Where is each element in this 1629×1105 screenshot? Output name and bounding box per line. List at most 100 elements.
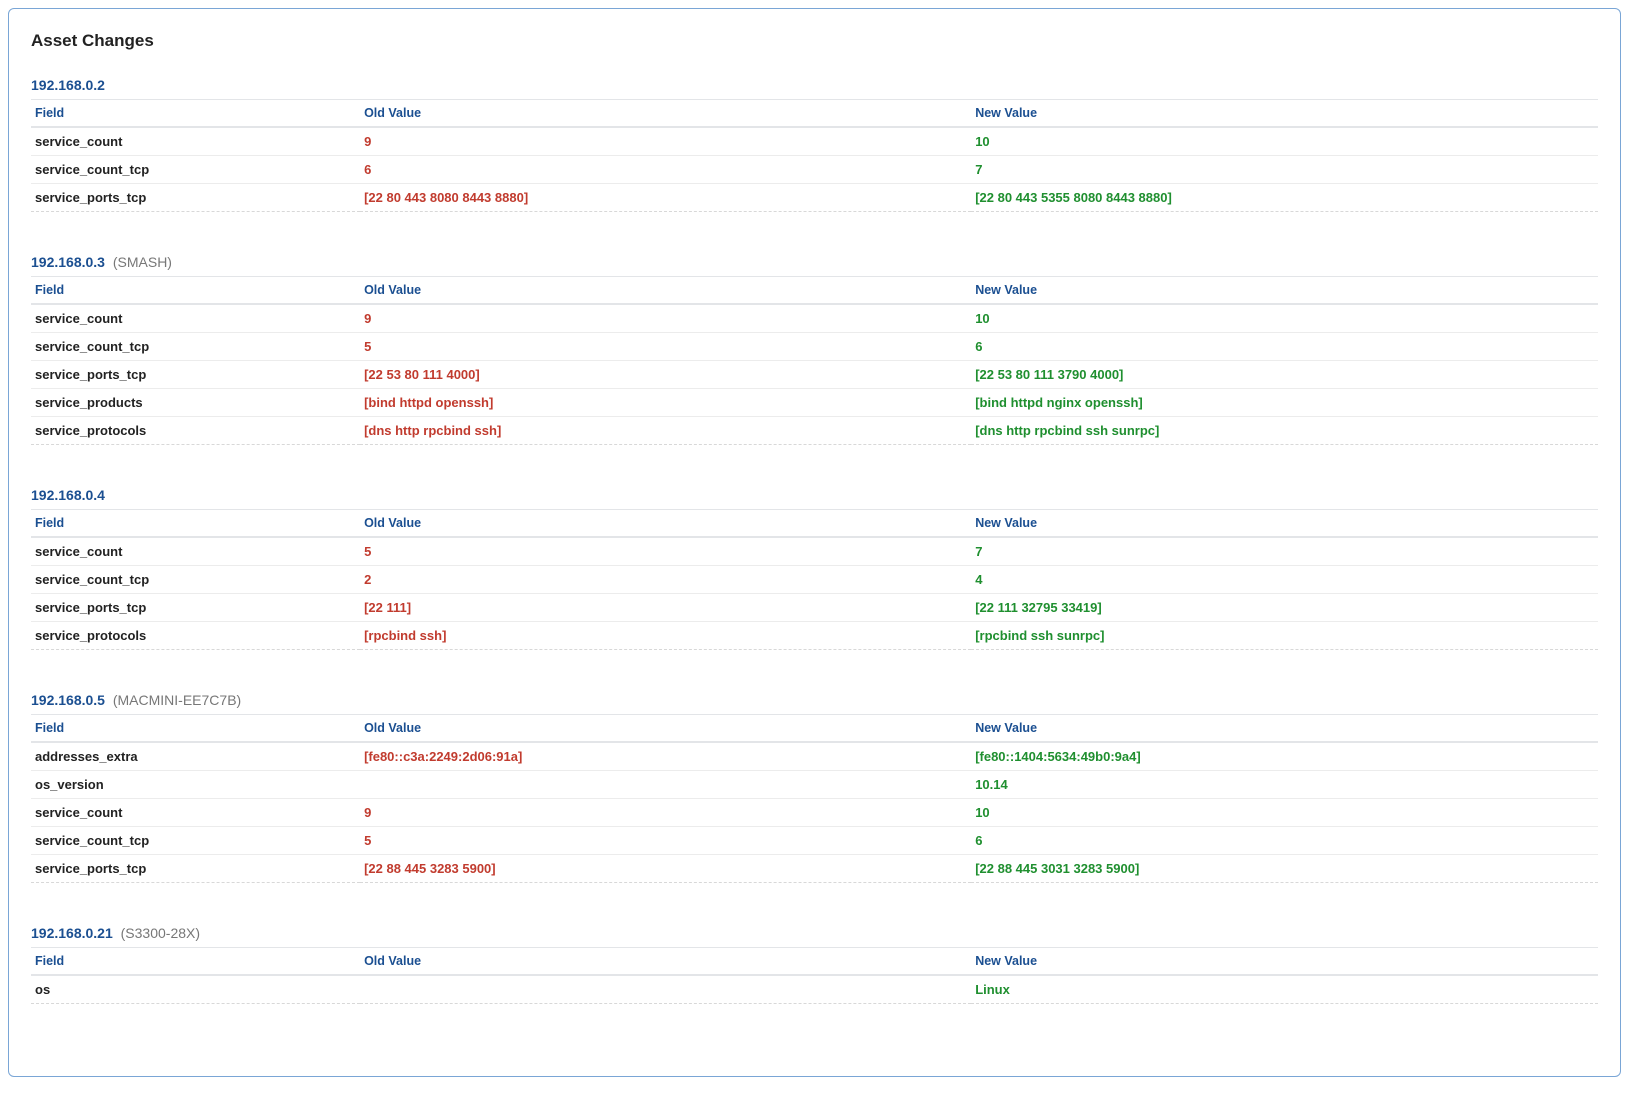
- cell-new-value: [fe80::1404:5634:49b0:9a4]: [971, 742, 1598, 771]
- table-row: service_count910: [31, 304, 1598, 333]
- cell-old-value: [fe80::c3a:2249:2d06:91a]: [360, 742, 971, 771]
- changes-table: FieldOld ValueNew Valueaddresses_extra[f…: [31, 714, 1598, 883]
- table-row: service_count910: [31, 127, 1598, 156]
- col-header-new: New Value: [971, 100, 1598, 128]
- table-row: service_protocols[dns http rpcbind ssh][…: [31, 417, 1598, 445]
- cell-new-value: 10: [971, 127, 1598, 156]
- asset-ip: 192.168.0.4: [31, 487, 105, 503]
- table-row: service_count57: [31, 537, 1598, 566]
- col-header-field: Field: [31, 510, 360, 538]
- asset-heading: 192.168.0.4: [31, 487, 1598, 503]
- cell-old-value: [22 88 445 3283 5900]: [360, 855, 971, 883]
- col-header-field: Field: [31, 277, 360, 305]
- cell-old-value: [22 111]: [360, 594, 971, 622]
- asset-block: 192.168.0.21 (S3300-28X) FieldOld ValueNe…: [31, 925, 1598, 1004]
- table-row: service_count_tcp56: [31, 827, 1598, 855]
- col-header-old: Old Value: [360, 948, 971, 976]
- cell-field: os: [31, 975, 360, 1004]
- asset-ip: 192.168.0.3: [31, 254, 105, 270]
- cell-old-value: [22 80 443 8080 8443 8880]: [360, 184, 971, 212]
- cell-new-value: [22 80 443 5355 8080 8443 8880]: [971, 184, 1598, 212]
- changes-table: FieldOld ValueNew Valueservice_count910s…: [31, 99, 1598, 212]
- asset-ip: 192.168.0.21: [31, 925, 113, 941]
- cell-new-value: 10.14: [971, 771, 1598, 799]
- cell-old-value: [rpcbind ssh]: [360, 622, 971, 650]
- table-row: service_count_tcp56: [31, 333, 1598, 361]
- table-row: os Linux: [31, 975, 1598, 1004]
- cell-field: service_count: [31, 127, 360, 156]
- col-header-field: Field: [31, 715, 360, 743]
- cell-new-value: 10: [971, 799, 1598, 827]
- cell-old-value: 5: [360, 827, 971, 855]
- cell-old-value: [dns http rpcbind ssh]: [360, 417, 971, 445]
- table-row: addresses_extra[fe80::c3a:2249:2d06:91a]…: [31, 742, 1598, 771]
- cell-field: service_ports_tcp: [31, 184, 360, 212]
- cell-field: service_ports_tcp: [31, 855, 360, 883]
- table-row: service_count910: [31, 799, 1598, 827]
- cell-old-value: 5: [360, 333, 971, 361]
- cell-new-value: [dns http rpcbind ssh sunrpc]: [971, 417, 1598, 445]
- table-row: service_ports_tcp[22 111][22 111 32795 3…: [31, 594, 1598, 622]
- cell-old-value: 9: [360, 799, 971, 827]
- table-row: service_products[bind httpd openssh][bin…: [31, 389, 1598, 417]
- cell-field: service_products: [31, 389, 360, 417]
- cell-new-value: 6: [971, 333, 1598, 361]
- table-row: os_version10.14: [31, 771, 1598, 799]
- cell-new-value: 6: [971, 827, 1598, 855]
- asset-hostname: (S3300-28X): [117, 925, 200, 941]
- table-row: service_ports_tcp[22 80 443 8080 8443 88…: [31, 184, 1598, 212]
- cell-old-value: 2: [360, 566, 971, 594]
- cell-old-value: [22 53 80 111 4000]: [360, 361, 971, 389]
- asset-heading: 192.168.0.21 (S3300-28X): [31, 925, 1598, 941]
- asset-hostname: (MACMINI-EE7C7B): [109, 692, 241, 708]
- table-row: service_count_tcp67: [31, 156, 1598, 184]
- cell-field: service_protocols: [31, 622, 360, 650]
- cell-field: service_count_tcp: [31, 827, 360, 855]
- cell-field: service_ports_tcp: [31, 594, 360, 622]
- asset-heading: 192.168.0.3 (SMASH): [31, 254, 1598, 270]
- cell-field: addresses_extra: [31, 742, 360, 771]
- cell-old-value: 9: [360, 127, 971, 156]
- asset-block: 192.168.0.4FieldOld ValueNew Valueservic…: [31, 487, 1598, 650]
- cell-new-value: [rpcbind ssh sunrpc]: [971, 622, 1598, 650]
- table-row: service_ports_tcp[22 53 80 111 4000][22 …: [31, 361, 1598, 389]
- cell-new-value: Linux: [971, 975, 1598, 1004]
- col-header-old: Old Value: [360, 100, 971, 128]
- cell-old-value: [bind httpd openssh]: [360, 389, 971, 417]
- cell-field: service_count: [31, 304, 360, 333]
- cell-old-value: [360, 771, 971, 799]
- asset-heading: 192.168.0.2: [31, 77, 1598, 93]
- asset-block: 192.168.0.5 (MACMINI-EE7C7B)FieldOld Val…: [31, 692, 1598, 883]
- assets-container: 192.168.0.2FieldOld ValueNew Valueservic…: [31, 77, 1598, 1004]
- cell-new-value: [22 111 32795 33419]: [971, 594, 1598, 622]
- col-header-field: Field: [31, 948, 360, 976]
- col-header-old: Old Value: [360, 715, 971, 743]
- cell-field: service_count_tcp: [31, 156, 360, 184]
- col-header-new: New Value: [971, 510, 1598, 538]
- cell-old-value: 5: [360, 537, 971, 566]
- cell-new-value: [22 88 445 3031 3283 5900]: [971, 855, 1598, 883]
- cell-field: service_count: [31, 799, 360, 827]
- cell-old-value: 9: [360, 304, 971, 333]
- cell-field: service_count_tcp: [31, 333, 360, 361]
- asset-hostname: (SMASH): [109, 254, 172, 270]
- cell-field: service_ports_tcp: [31, 361, 360, 389]
- asset-block: 192.168.0.3 (SMASH)FieldOld ValueNew Val…: [31, 254, 1598, 445]
- cell-new-value: 10: [971, 304, 1598, 333]
- col-header-new: New Value: [971, 277, 1598, 305]
- changes-table: FieldOld ValueNew Valueservice_count57se…: [31, 509, 1598, 650]
- col-header-old: Old Value: [360, 510, 971, 538]
- cell-new-value: 4: [971, 566, 1598, 594]
- cell-new-value: [22 53 80 111 3790 4000]: [971, 361, 1598, 389]
- cell-new-value: [bind httpd nginx openssh]: [971, 389, 1598, 417]
- cell-old-value: 6: [360, 156, 971, 184]
- asset-block: 192.168.0.2FieldOld ValueNew Valueservic…: [31, 77, 1598, 212]
- table-row: service_ports_tcp[22 88 445 3283 5900][2…: [31, 855, 1598, 883]
- changes-table: FieldOld ValueNew Valueservice_count910s…: [31, 276, 1598, 445]
- cell-old-value: [360, 975, 971, 1004]
- cell-field: service_count_tcp: [31, 566, 360, 594]
- changes-table: FieldOld ValueNew Value os Linux: [31, 947, 1598, 1004]
- cell-field: service_count: [31, 537, 360, 566]
- col-header-new: New Value: [971, 948, 1598, 976]
- col-header-new: New Value: [971, 715, 1598, 743]
